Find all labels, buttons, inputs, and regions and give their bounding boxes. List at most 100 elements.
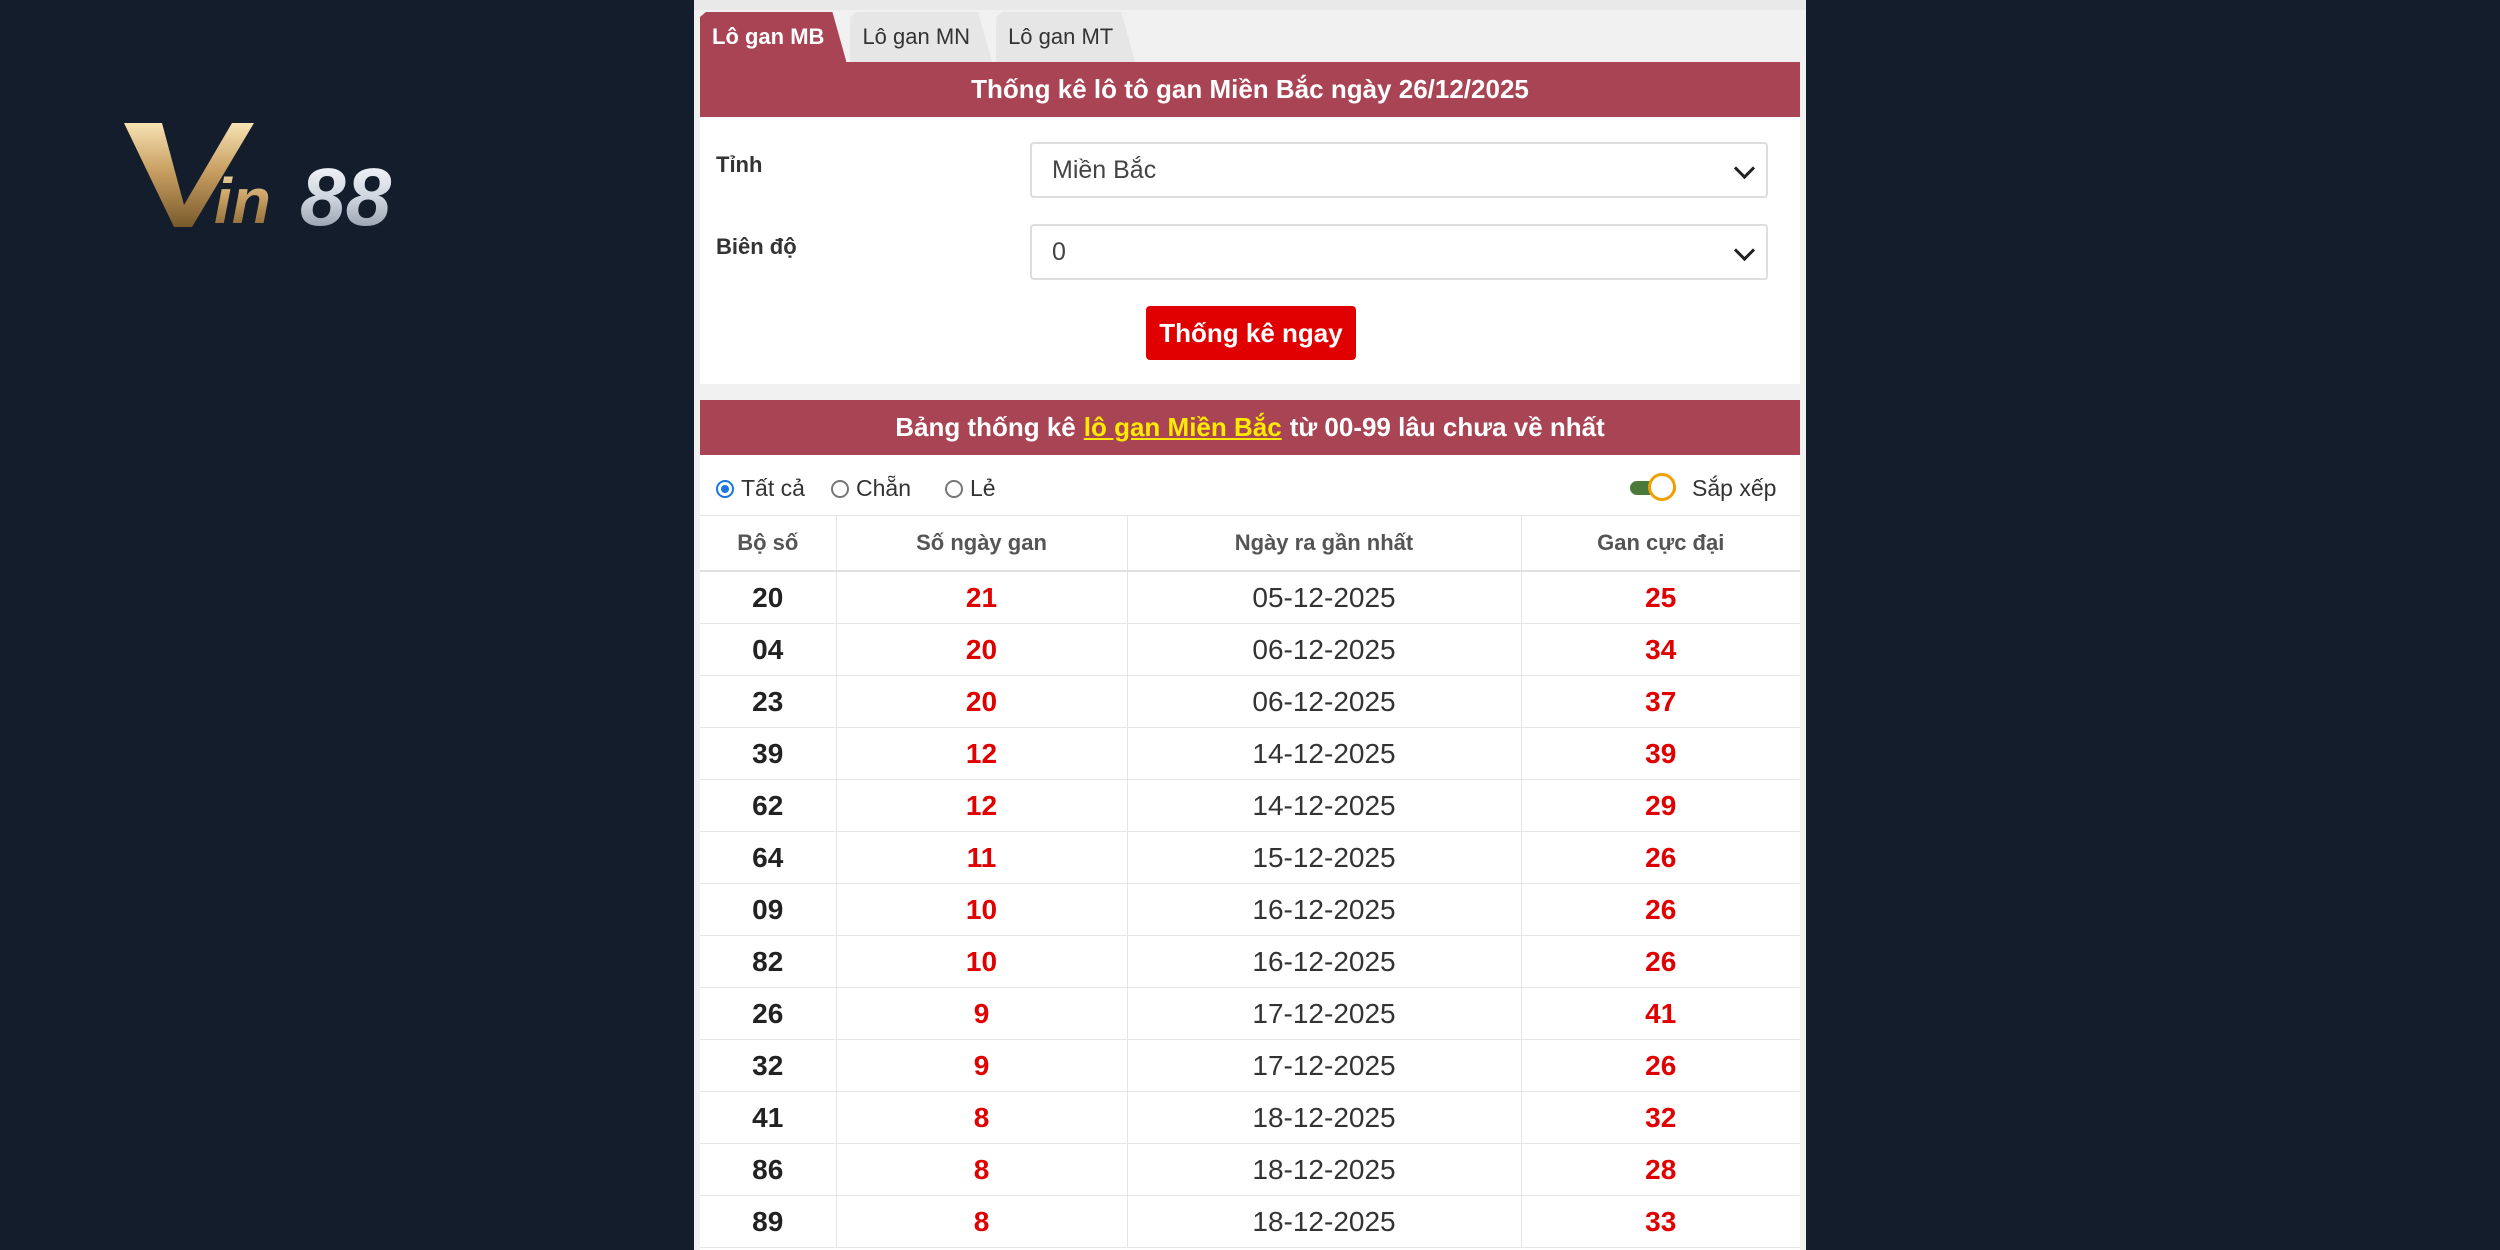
filter-all-label: Tất cả: [741, 475, 805, 501]
cell-gan-cuc-dai: 26: [1520, 883, 1800, 936]
filter-bar: Tất cả Chẵn Lẻ Sắp xếp: [700, 455, 1800, 515]
province-row: Tỉnh Miền Bắc: [700, 142, 1800, 202]
table-row: 62 12 14-12-2025 29: [700, 779, 1800, 832]
table-title: Bảng thống kê lô gan Miền Bắc từ 00-99 l…: [700, 400, 1800, 455]
cell-ngay-ra: 14-12-2025: [1126, 727, 1521, 780]
table-row: 82 10 16-12-2025 26: [700, 935, 1800, 988]
cell-bo-so: 32: [700, 1039, 836, 1092]
cell-ngay-ra: 06-12-2025: [1126, 623, 1521, 676]
cell-bo-so: 39: [700, 727, 836, 780]
svg-text:88: 88: [300, 152, 392, 235]
cell-bo-so: 89: [700, 1195, 836, 1248]
cell-gan-cuc-dai: 32: [1520, 1091, 1800, 1144]
radio-icon: [945, 479, 963, 498]
panel-top-strip: [694, 0, 1806, 10]
cell-ngay-ra: 17-12-2025: [1126, 987, 1521, 1040]
filter-all-radio[interactable]: Tất cả: [716, 475, 805, 502]
province-select[interactable]: Miền Bắc: [1030, 142, 1768, 198]
cell-gan-cuc-dai: 39: [1520, 727, 1800, 780]
cell-so-ngay-gan: 11: [835, 831, 1127, 884]
table-row: 32 9 17-12-2025 26: [700, 1039, 1800, 1092]
province-label: Tỉnh: [716, 152, 763, 177]
lo-gan-table: Bộ số Số ngày gan Ngày ra gần nhất Gan c…: [700, 515, 1800, 1248]
table-row: 86 8 18-12-2025 28: [700, 1143, 1800, 1196]
cell-ngay-ra: 05-12-2025: [1126, 571, 1521, 624]
cell-gan-cuc-dai: 33: [1520, 1195, 1800, 1248]
cell-ngay-ra: 18-12-2025: [1126, 1091, 1521, 1144]
cell-so-ngay-gan: 20: [835, 675, 1127, 728]
table-row: 26 9 17-12-2025 41: [700, 987, 1800, 1040]
cell-ngay-ra: 17-12-2025: [1126, 1039, 1521, 1092]
cell-bo-so: 20: [700, 571, 836, 624]
cell-gan-cuc-dai: 26: [1520, 1039, 1800, 1092]
table-header-row: Bộ số Số ngày gan Ngày ra gần nhất Gan c…: [700, 515, 1800, 572]
cell-bo-so: 62: [700, 779, 836, 832]
table-row: 04 20 06-12-2025 34: [700, 623, 1800, 676]
column-header-bo-so: Bộ số: [700, 515, 836, 572]
tab-lo-gan-mb[interactable]: Lô gan MB: [700, 12, 846, 62]
cell-so-ngay-gan: 8: [835, 1091, 1127, 1144]
table-row: 39 12 14-12-2025 39: [700, 727, 1800, 780]
cell-bo-so: 26: [700, 987, 836, 1040]
sort-label: Sắp xếp: [1692, 475, 1777, 501]
cell-gan-cuc-dai: 28: [1520, 1143, 1800, 1196]
cell-ngay-ra: 18-12-2025: [1126, 1143, 1521, 1196]
cell-so-ngay-gan: 10: [835, 883, 1127, 936]
filter-odd-radio[interactable]: Lẻ: [945, 475, 996, 502]
table-title-link[interactable]: lô gan Miền Bắc: [1084, 412, 1282, 443]
form-title: Thống kê lô tô gan Miền Bắc ngày 26/12/2…: [700, 62, 1800, 117]
cell-gan-cuc-dai: 25: [1520, 571, 1800, 624]
tab-bar: Lô gan MB Lô gan MN Lô gan MT: [700, 10, 1139, 62]
cell-bo-so: 41: [700, 1091, 836, 1144]
cell-ngay-ra: 14-12-2025: [1126, 779, 1521, 832]
cell-so-ngay-gan: 20: [835, 623, 1127, 676]
svg-text:in: in: [214, 165, 271, 235]
tab-lo-gan-mt[interactable]: Lô gan MT: [996, 12, 1135, 62]
filter-odd-label: Lẻ: [970, 475, 996, 501]
cell-gan-cuc-dai: 29: [1520, 779, 1800, 832]
cell-bo-so: 64: [700, 831, 836, 884]
cell-ngay-ra: 18-12-2025: [1126, 1195, 1521, 1248]
vin88-logo-mark: in 88: [124, 123, 392, 235]
table-row: 23 20 06-12-2025 37: [700, 675, 1800, 728]
cell-bo-so: 09: [700, 883, 836, 936]
cell-ngay-ra: 16-12-2025: [1126, 883, 1521, 936]
table-title-suffix: từ 00-99 lâu chưa về nhất: [1289, 412, 1605, 442]
cell-ngay-ra: 15-12-2025: [1126, 831, 1521, 884]
cell-so-ngay-gan: 12: [835, 779, 1127, 832]
chevron-down-icon: [1733, 239, 1756, 262]
range-row: Biên độ 0: [700, 224, 1800, 284]
cell-ngay-ra: 16-12-2025: [1126, 935, 1521, 988]
cell-bo-so: 04: [700, 623, 836, 676]
cell-ngay-ra: 06-12-2025: [1126, 675, 1521, 728]
toggle-knob: [1648, 473, 1676, 501]
column-header-gan-cuc-dai: Gan cực đại: [1520, 515, 1800, 572]
table-row: 20 21 05-12-2025 25: [700, 571, 1800, 624]
filter-even-label: Chẵn: [856, 475, 911, 501]
filter-even-radio[interactable]: Chẵn: [831, 475, 911, 502]
table-row: 64 11 15-12-2025 26: [700, 831, 1800, 884]
cell-so-ngay-gan: 21: [835, 571, 1127, 624]
submit-button[interactable]: Thống kê ngay: [1146, 306, 1356, 360]
cell-bo-so: 86: [700, 1143, 836, 1196]
table-row: 09 10 16-12-2025 26: [700, 883, 1800, 936]
cell-so-ngay-gan: 8: [835, 1143, 1127, 1196]
sort-toggle[interactable]: [1630, 473, 1678, 503]
cell-bo-so: 82: [700, 935, 836, 988]
table-title-prefix: Bảng thống kê: [895, 412, 1076, 442]
range-label: Biên độ: [716, 234, 797, 259]
cell-so-ngay-gan: 10: [835, 935, 1127, 988]
cell-gan-cuc-dai: 26: [1520, 935, 1800, 988]
cell-so-ngay-gan: 9: [835, 987, 1127, 1040]
tab-lo-gan-mn[interactable]: Lô gan MN: [850, 12, 992, 62]
cell-bo-so: 23: [700, 675, 836, 728]
radio-icon: [831, 479, 849, 498]
stats-table-card: Bảng thống kê lô gan Miền Bắc từ 00-99 l…: [700, 400, 1800, 1250]
range-select[interactable]: 0: [1030, 224, 1768, 280]
table-row: 41 8 18-12-2025 32: [700, 1091, 1800, 1144]
range-select-value: 0: [1052, 237, 1066, 266]
column-header-ngay-ra: Ngày ra gần nhất: [1126, 515, 1521, 572]
chevron-down-icon: [1733, 157, 1756, 180]
radio-selected-icon: [716, 479, 734, 498]
cell-gan-cuc-dai: 41: [1520, 987, 1800, 1040]
